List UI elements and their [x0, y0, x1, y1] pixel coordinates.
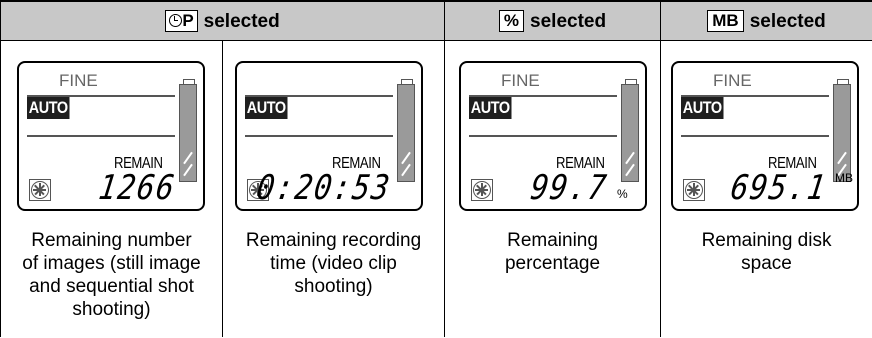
disc-icon: [683, 179, 706, 201]
lcd-rule: [27, 135, 175, 137]
display-table: Pselected % selected MB selected FINE AUTO R…: [0, 0, 872, 337]
caption-line: of images (still image: [22, 253, 201, 274]
mode-label: AUTO: [27, 97, 70, 119]
header-row: Pselected % selected MB selected: [0, 0, 872, 41]
battery-icon: [397, 79, 415, 184]
caption: Remaining number of images (still image an…: [1, 229, 222, 321]
panel-cell-3: FINE AUTO REMAIN 695.1 MB Remaining disk space: [660, 40, 872, 337]
unit-label: %: [617, 187, 628, 201]
lcd-rule: [245, 135, 393, 137]
mode-label: AUTO: [681, 97, 724, 119]
mode-label: AUTO: [469, 97, 512, 119]
panel-cell-0: FINE AUTO REMAIN 1266 Remaining number of ima…: [0, 40, 223, 337]
caption-line: Remaining: [507, 230, 598, 251]
lcd-display: FINE AUTO REMAIN 99.7%: [459, 61, 648, 211]
caption-line: shooting): [294, 276, 373, 297]
disc-icon: [29, 179, 51, 201]
clock-p-icon: P: [165, 9, 198, 32]
caption-line: shooting): [72, 299, 151, 320]
header-text: selected: [530, 10, 607, 32]
battery-icon: [179, 79, 197, 184]
remaining-value: 1266: [96, 168, 179, 208]
lcd-display: AUTO REMAIN 0:20:53: [235, 61, 423, 211]
caption-line: time (video clip: [270, 253, 397, 274]
caption-line: Remaining recording: [245, 230, 422, 251]
mb-badge: MB: [707, 9, 744, 32]
lcd-rule: [469, 135, 618, 137]
panel-cell-2: FINE AUTO REMAIN 99.7% Remaining percentage: [444, 40, 662, 337]
battery-icon: [621, 79, 640, 184]
lcd-display: FINE AUTO REMAIN 695.1 MB: [671, 61, 860, 211]
lcd-display: FINE AUTO REMAIN 1266: [17, 61, 205, 211]
caption: Remaining disk space: [661, 229, 872, 275]
remaining-value: 695.1: [728, 168, 830, 208]
mode-label: AUTO: [245, 97, 288, 119]
quality-label: FINE: [501, 71, 540, 90]
caption-line: Remaining number: [31, 230, 192, 251]
panel-cell-1: AUTO REMAIN 0:20:53 Remaining recording time…: [221, 40, 446, 337]
header-clock-p: Pselected: [0, 0, 446, 41]
battery-icon: [833, 79, 852, 184]
caption-line: and sequential shot: [29, 276, 194, 297]
remaining-value: 0:20:53: [254, 168, 394, 208]
header-percent: % selected: [444, 0, 662, 41]
quality-label: FINE: [59, 71, 98, 90]
remaining-value: 99.7: [528, 168, 611, 208]
disc-icon: [471, 179, 494, 201]
percent-badge: %: [498, 9, 525, 32]
caption: Remaining recording time (video clip shoot…: [223, 229, 444, 298]
header-text: selected: [203, 10, 280, 32]
lcd-rule: [681, 135, 830, 137]
caption-line: percentage: [504, 253, 601, 274]
header-text: selected: [749, 10, 826, 32]
caption-line: space: [741, 253, 792, 274]
caption: Remaining percentage: [445, 229, 660, 275]
caption-line: Remaining disk: [701, 230, 832, 251]
quality-label: FINE: [713, 71, 752, 90]
header-mb: MB selected: [660, 0, 872, 41]
body-row: FINE AUTO REMAIN 1266 Remaining number of ima…: [0, 40, 872, 337]
unit-label: MB: [835, 171, 854, 185]
